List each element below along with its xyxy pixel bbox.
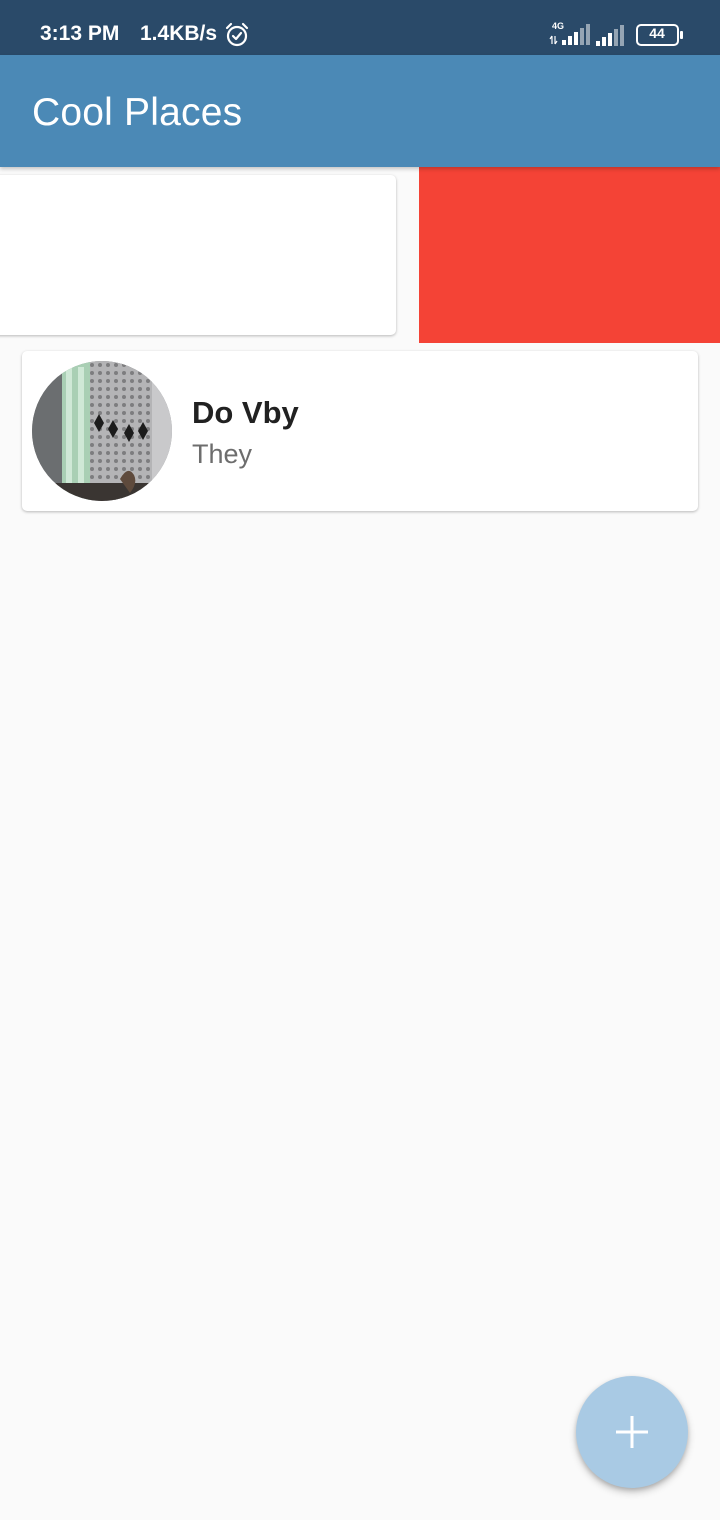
- signal-sim2-icon: [596, 25, 624, 46]
- status-bar: 3:13 PM 1.4KB/s 4G 44: [0, 0, 720, 55]
- place-thumbnail: [32, 361, 172, 501]
- battery-level: 44: [649, 25, 665, 41]
- app-title: Cool Places: [32, 91, 243, 134]
- signal-4g-icon: 4G: [549, 21, 590, 45]
- place-card[interactable]: Do Vby They: [22, 351, 698, 511]
- place-card-swiped[interactable]: [0, 175, 396, 335]
- place-photo: [32, 361, 172, 501]
- screen: 3:13 PM 1.4KB/s 4G 44 Cool Places Do Vby…: [0, 0, 720, 1520]
- status-time: 3:13 PM: [40, 22, 120, 45]
- add-place-button[interactable]: [576, 1376, 688, 1488]
- app-bar: Cool Places: [0, 55, 720, 167]
- swipe-delete-background[interactable]: [419, 167, 720, 343]
- place-title: Do Vby: [192, 395, 299, 430]
- plus-icon: [616, 1416, 648, 1448]
- network-type-label: 4G: [552, 21, 564, 31]
- place-subtitle: They: [192, 439, 253, 469]
- alarm-icon: [225, 22, 249, 47]
- network-speed: 1.4KB/s: [140, 22, 218, 45]
